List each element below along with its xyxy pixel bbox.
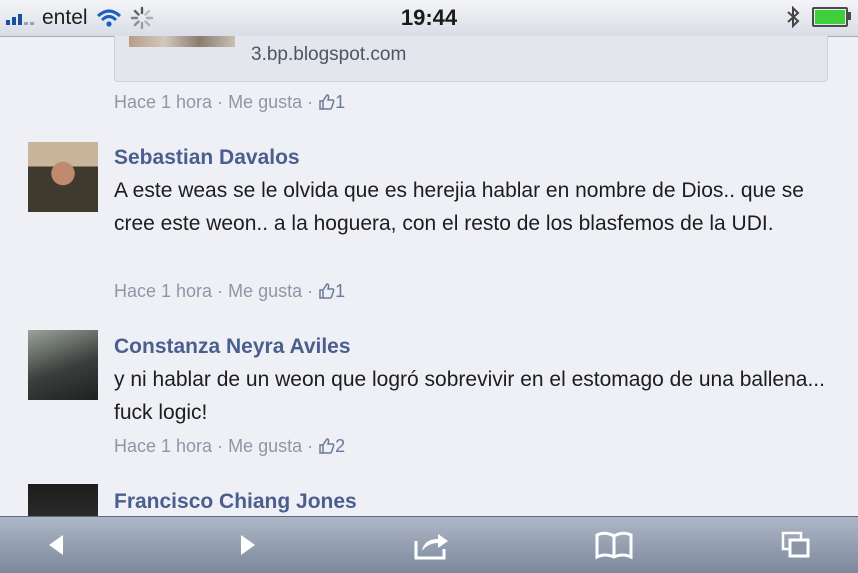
like-link[interactable]: Me gusta (228, 281, 302, 301)
status-bar: entel 19:44 (0, 0, 858, 37)
thumbs-up-icon (319, 283, 335, 299)
forward-icon (241, 535, 255, 555)
thumbs-up-icon (319, 94, 335, 110)
like-count-value: 1 (335, 92, 346, 112)
battery-icon (812, 7, 851, 27)
status-right (786, 6, 851, 28)
comment-time: Hace 1 hora (114, 436, 213, 456)
comment-meta: Hace 1 hora · Me gusta · 1 (114, 281, 346, 302)
avatar[interactable] (28, 330, 98, 400)
like-link[interactable]: Me gusta (228, 436, 302, 456)
comment-time: Hace 1 hora (114, 92, 213, 112)
browser-toolbar (0, 516, 858, 573)
avatar[interactable] (28, 484, 98, 516)
back-icon (49, 535, 63, 555)
like-link[interactable]: Me gusta (228, 92, 302, 112)
link-preview-domain: 3.bp.blogspot.com (251, 44, 407, 65)
comment-meta: Hace 1 hora · Me gusta · 1 (114, 92, 346, 113)
clock: 19:44 (400, 5, 458, 30)
comment-text: A este weas se le olvida que es herejia … (114, 179, 804, 235)
link-preview-image (129, 36, 235, 47)
thumbs-up-icon (319, 438, 335, 454)
like-count-value: 2 (335, 436, 346, 456)
comment-author[interactable]: Francisco Chiang Jones (114, 490, 357, 514)
comment-text: y ni hablar de un weon que logró sobrevi… (114, 368, 825, 424)
tabs-button[interactable] (774, 527, 818, 563)
share-button[interactable] (410, 527, 454, 563)
like-count[interactable]: 1 (318, 92, 345, 113)
like-count[interactable]: 1 (318, 281, 345, 302)
bookmarks-button[interactable] (592, 527, 636, 563)
avatar[interactable] (28, 142, 98, 212)
comment-meta: Hace 1 hora · Me gusta · 2 (114, 436, 346, 457)
back-button[interactable] (34, 527, 78, 563)
link-preview-card[interactable]: 3.bp.blogspot.com (114, 36, 828, 82)
bluetooth-icon (787, 6, 800, 28)
tabs-icon (781, 531, 810, 558)
comments-feed[interactable]: 3.bp.blogspot.com Hace 1 hora · Me gusta… (0, 36, 858, 516)
comment-author[interactable]: Sebastian Davalos (114, 146, 300, 170)
comment-time: Hace 1 hora (114, 281, 213, 301)
comment-author[interactable]: Constanza Neyra Aviles (114, 335, 351, 359)
like-count-value: 1 (335, 281, 346, 301)
like-count[interactable]: 2 (318, 436, 345, 457)
share-icon (414, 534, 448, 560)
bookmarks-icon (595, 531, 633, 560)
forward-button[interactable] (226, 527, 270, 563)
